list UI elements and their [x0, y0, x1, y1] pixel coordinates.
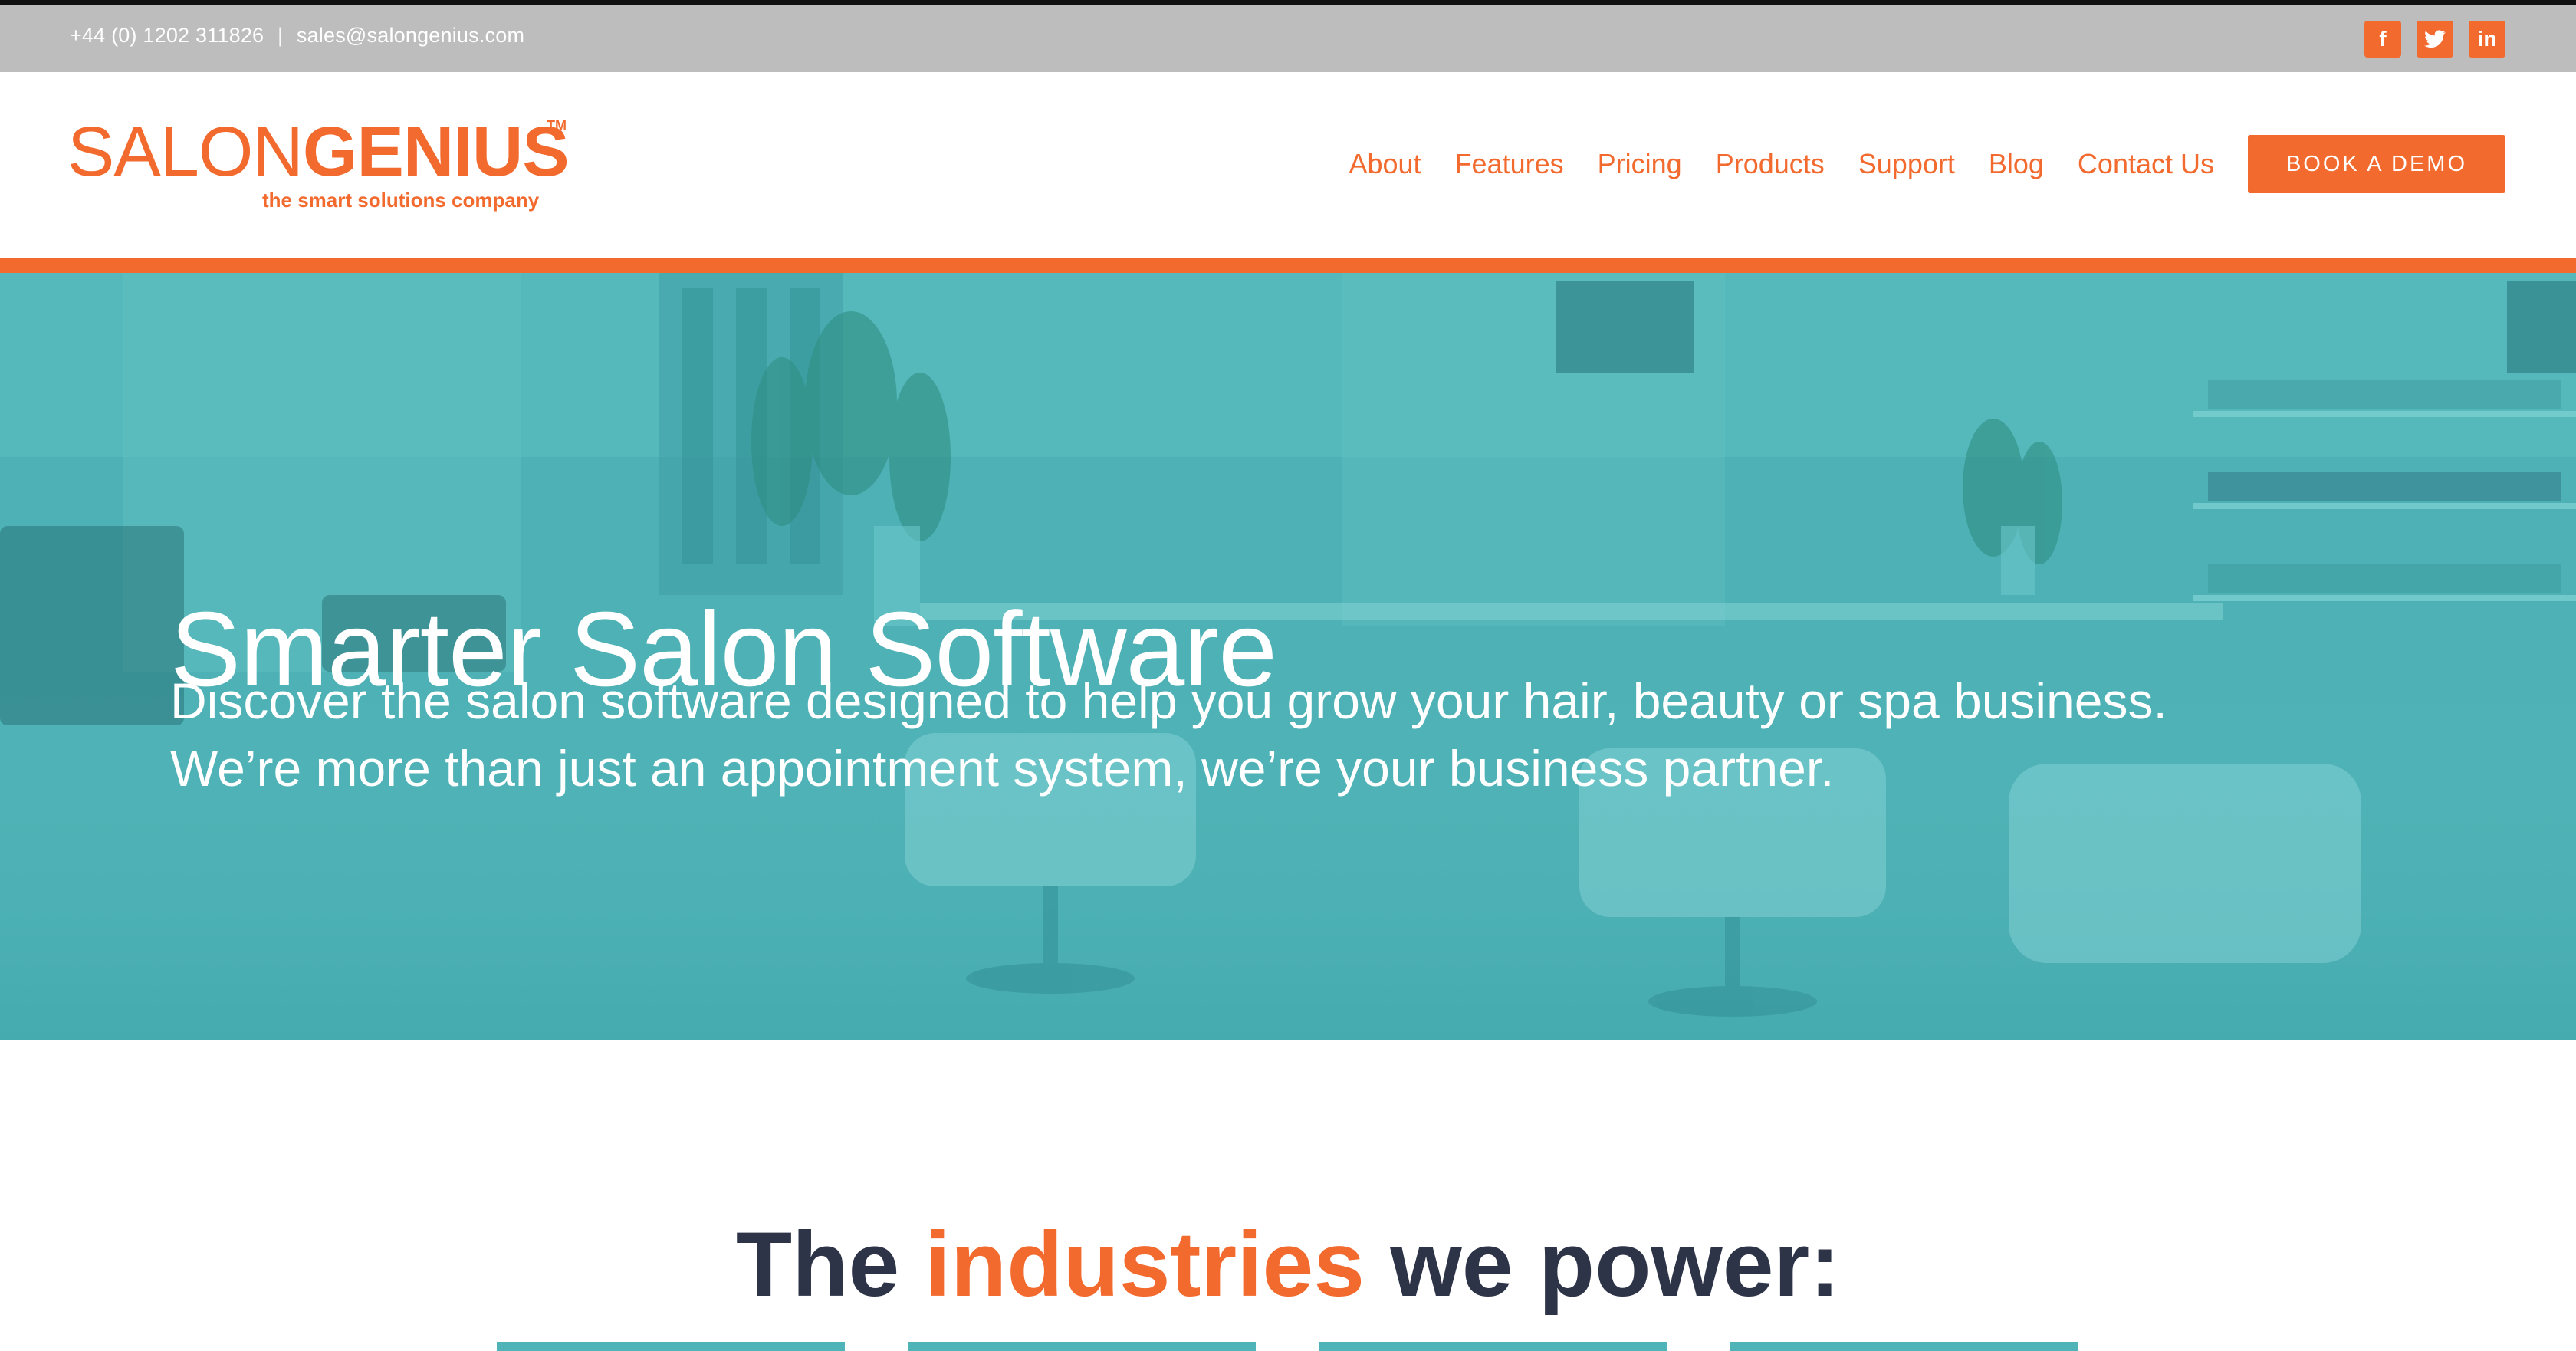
nav-support[interactable]: Support [1858, 148, 1955, 180]
site-header: SALONGENIUS TM the smart solutions compa… [0, 72, 2576, 258]
hero-subtitle: Discover the salon software designed to … [170, 667, 2240, 802]
logo-wordmark: SALONGENIUS [67, 117, 570, 187]
book-a-demo-button[interactable]: BOOK A DEMO [2248, 135, 2505, 193]
industry-card[interactable] [908, 1342, 1256, 1351]
salongenius-logo[interactable]: SALONGENIUS TM the smart solutions compa… [67, 117, 570, 212]
contact-info: +44 (0) 1202 311826 | sales@salongenius.… [70, 24, 524, 48]
industry-card[interactable] [1319, 1342, 1667, 1351]
email-link[interactable]: sales@salongenius.com [297, 24, 524, 47]
hero-subtitle-line-2: We’re more than just an appointment syst… [170, 740, 1835, 797]
twitter-icon[interactable] [2417, 21, 2453, 58]
phone-link[interactable]: +44 (0) 1202 311826 [70, 24, 264, 47]
nav-pricing[interactable]: Pricing [1598, 148, 1682, 180]
industry-card[interactable] [1730, 1342, 2078, 1351]
industry-card[interactable] [497, 1342, 845, 1351]
linkedin-icon[interactable]: in [2469, 21, 2505, 58]
nav-blog[interactable]: Blog [1989, 148, 2044, 180]
nav-contact-us[interactable]: Contact Us [2078, 148, 2214, 180]
logo-word-salon: SALON [67, 113, 304, 191]
logo-word-genius: GENIUS [302, 113, 570, 191]
header-divider [0, 258, 2576, 273]
contact-separator: | [277, 24, 284, 47]
nav-about[interactable]: About [1349, 148, 1421, 180]
industries-heading-accent: industries [925, 1212, 1365, 1316]
facebook-icon[interactable]: f [2364, 21, 2401, 58]
main-nav: About Features Pricing Products Support … [1315, 135, 2505, 193]
industry-cards [497, 1342, 2078, 1351]
nav-products[interactable]: Products [1716, 148, 1825, 180]
page: +44 (0) 1202 311826 | sales@salongenius.… [0, 0, 2576, 1351]
hero-subtitle-line-1: Discover the salon software designed to … [170, 672, 2167, 729]
industries-heading-prefix: The [735, 1212, 900, 1316]
industries-heading: The industries we power: [0, 1211, 2576, 1317]
industries-heading-suffix: we power: [1390, 1212, 1841, 1316]
hero-banner: Smarter Salon Software Discover the salo… [0, 273, 2576, 1040]
logo-tagline: the smart solutions company [262, 189, 540, 212]
nav-features[interactable]: Features [1455, 148, 1564, 180]
twitter-bird-glyph [2424, 30, 2446, 48]
social-links: f in [2364, 21, 2505, 58]
top-utility-bar: +44 (0) 1202 311826 | sales@salongenius.… [0, 0, 2576, 72]
trademark-mark: TM [547, 118, 567, 133]
